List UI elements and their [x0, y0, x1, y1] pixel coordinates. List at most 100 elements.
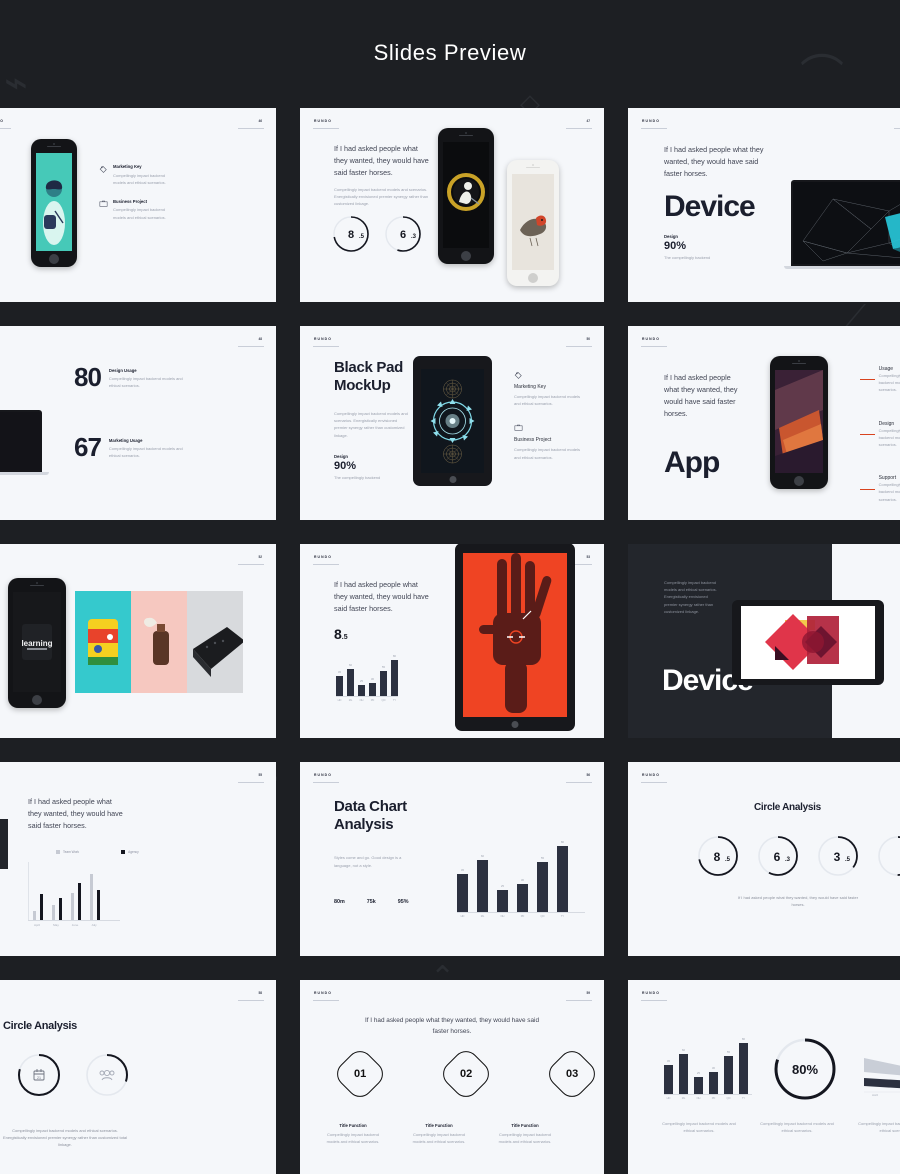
- bar-chart: 45 60 25 30 55 80 HD ML NH PD QD TY: [336, 655, 398, 702]
- svg-text:8: 8: [714, 850, 721, 864]
- bar: 60: [679, 1049, 688, 1094]
- slide-number: 56: [568, 773, 592, 783]
- axis-tick: July: [91, 922, 97, 927]
- step-desc: Compellingly impact backend models and e…: [498, 1132, 552, 1145]
- stat-value: 67: [74, 432, 102, 462]
- donut-chart-calendar: 21: [18, 1054, 60, 1096]
- slide-thumbnail[interactable]: 55 Chart If I had asked people what they…: [0, 762, 276, 956]
- design-sub: The compellingly backend: [334, 475, 381, 480]
- bar: [59, 898, 62, 920]
- slide-desc: Compellingly impact backend models and e…: [664, 580, 717, 614]
- slide-thumbnail[interactable]: 48 go. language. 80 Design Usage Compel: [0, 326, 276, 520]
- donut-chart: 6 .3: [758, 836, 798, 876]
- slide-number: 53: [568, 555, 592, 565]
- callout-desc: Compellingly impact backend models and e…: [878, 427, 900, 447]
- bar: 30: [517, 879, 528, 912]
- slide-logo: RUNDO: [313, 773, 339, 783]
- legend-label: Team Work: [63, 850, 80, 854]
- slide-quote: If I had asked people what they wanted, …: [664, 145, 764, 178]
- slide-title: Data Chart Analysis: [334, 798, 407, 833]
- gallery-tile: [75, 591, 131, 693]
- slide-thumbnail[interactable]: RUNDO 47 If I had asked people what they…: [628, 108, 900, 302]
- phone-mockup: [770, 356, 828, 489]
- svg-text:.3: .3: [411, 234, 417, 240]
- donut-chart-users: [86, 1054, 128, 1096]
- stat-value: 80: [74, 362, 102, 392]
- slide-number: 46: [240, 119, 264, 129]
- feature-desc: Compellingly impact backend models and e…: [514, 447, 581, 460]
- step-number: 02: [459, 1068, 473, 1080]
- slides-grid: RUNDO 46 Support Compellingly impact bac…: [0, 108, 900, 1174]
- score-value: 8: [334, 626, 342, 642]
- kpi-value: 80m: [334, 899, 345, 905]
- design-value: 90%: [334, 460, 357, 472]
- slide-number: 50: [568, 337, 592, 347]
- slide-quote: If I had asked people what they wanted, …: [334, 580, 429, 613]
- svg-text:.3: .3: [785, 857, 791, 863]
- slide-thumbnail[interactable]: RUNDO 59 If I had asked people what they…: [300, 980, 604, 1174]
- svg-text:21: 21: [37, 1076, 41, 1080]
- slide-thumbnail[interactable]: RUNDO 56 Data Chart Analysis Styles come…: [300, 762, 604, 956]
- bar: 30: [709, 1067, 718, 1094]
- slide-thumbnail[interactable]: RUNDO Compellingly impact backend models…: [628, 544, 900, 738]
- phone-mockup-dark: [438, 128, 494, 264]
- donut-chart: [878, 836, 900, 876]
- slide-thumbnail[interactable]: RUNDO 45 60 25 30 55 80 HD ML NH PD QD TY 80…: [628, 980, 900, 1174]
- step-number: 03: [565, 1068, 579, 1080]
- step-title: Title Function: [339, 1123, 367, 1128]
- gallery-tiles: [75, 591, 243, 693]
- svg-text:learning: learning: [21, 639, 52, 648]
- bar: 45: [664, 1060, 673, 1094]
- tablet-mockup-landscape: [732, 600, 884, 685]
- slide-thumbnail[interactable]: RUNDO Circle Analysis 8 .5 6 .3 3 .5 If …: [628, 762, 900, 956]
- chart-caption: Compellingly impact backend models and e…: [662, 1121, 736, 1134]
- slide-number: 58: [240, 991, 264, 1001]
- slide-quote: If I had asked people what they wanted, …: [334, 144, 429, 177]
- bar: [97, 890, 100, 920]
- slide-thumbnail[interactable]: RUNDO 47 If I had asked people what they…: [300, 108, 604, 302]
- users-icon: [99, 1069, 115, 1081]
- feature-title: Business Project: [514, 437, 552, 444]
- bar: 60: [347, 664, 354, 696]
- stat-title: Marketing Usage: [108, 438, 143, 443]
- chart-legend: Team Work Agency: [56, 850, 139, 854]
- slide-logo: RUNDO: [0, 119, 11, 129]
- slide-logo: RUNDO: [313, 555, 339, 565]
- briefcase-icon: [514, 423, 523, 432]
- svg-text:.5: .5: [845, 857, 851, 863]
- design-sub: The compellingly backend: [664, 255, 711, 260]
- bar: 55: [724, 1051, 733, 1094]
- slide-number: 48: [240, 337, 264, 347]
- gallery-tile: [131, 591, 187, 693]
- slide-thumbnail[interactable]: RUNDO 53 If I had asked people what they…: [300, 544, 604, 738]
- step-badge: 01: [331, 1045, 389, 1103]
- bar: 80: [391, 655, 398, 696]
- slide-title: Black Pad MockUp: [334, 359, 404, 394]
- slide-caption: If I had asked people what they wanted, …: [737, 895, 859, 908]
- laptop-mockup: [784, 180, 900, 269]
- slide-thumbnail[interactable]: RUNDO 50 Black Pad MockUp Compellingly i…: [300, 326, 604, 520]
- chart-caption: Compellingly impact backend models and e…: [858, 1121, 900, 1134]
- slide-thumbnail[interactable]: 58 Circle Analysis 21 Compellingly impac…: [0, 980, 276, 1174]
- kpi-value: 95%: [397, 899, 409, 905]
- callout-desc: Compellingly impact backend models and e…: [878, 373, 900, 393]
- slide-logo: RUNDO: [641, 119, 667, 129]
- page-title: Slides Preview: [373, 40, 527, 65]
- step-badge: 03: [543, 1045, 601, 1103]
- slide-thumbnail[interactable]: RUNDO 46 Support Compellingly impact bac…: [0, 108, 276, 302]
- slide-headline: App: [664, 446, 720, 479]
- donut-chart: 8 .5: [331, 214, 371, 254]
- feature-title: Business Project: [113, 198, 147, 204]
- slide-number: 59: [568, 991, 592, 1001]
- bar: [40, 894, 43, 920]
- svg-text:.5: .5: [725, 857, 731, 863]
- score-decimal: .5: [341, 634, 348, 641]
- slide-thumbnail[interactable]: 52 learning: [0, 544, 276, 738]
- phone-mockup-white: [507, 160, 559, 286]
- svg-text:6: 6: [400, 229, 406, 241]
- step-number: 01: [353, 1068, 367, 1080]
- slide-thumbnail[interactable]: RUNDO If I had asked people what they wa…: [628, 326, 900, 520]
- stat-title: Design Usage: [108, 368, 137, 373]
- feature-title: Marketing Key: [113, 164, 142, 169]
- slide-headline: Device: [664, 190, 756, 223]
